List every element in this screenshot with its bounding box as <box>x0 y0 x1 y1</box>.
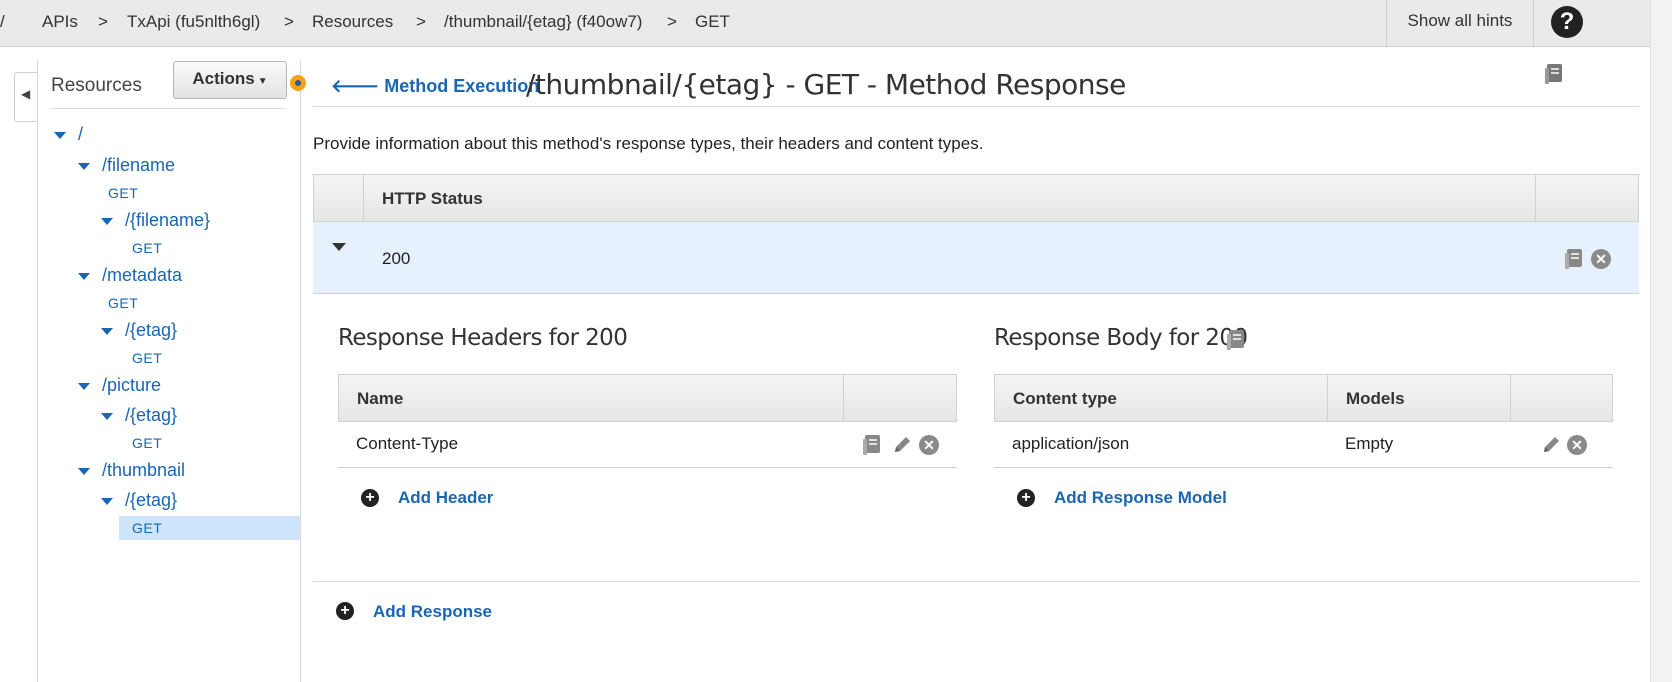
page-description: Provide information about this method's … <box>313 134 984 153</box>
sidebar-collapse-button[interactable]: ◀ <box>14 72 37 122</box>
arrow-left-icon: 🡐 <box>331 76 385 96</box>
tree-item-filename-param[interactable]: /{filename} <box>101 210 210 231</box>
model-value: Empty <box>1345 434 1394 453</box>
breadcrumb-separator: > <box>416 12 426 31</box>
caret-down-icon: ▼ <box>257 76 268 87</box>
delete-icon[interactable]: ✕ <box>1567 435 1587 455</box>
method-execution-link[interactable]: 🡐 Method Execution <box>331 76 539 97</box>
caret-down-icon[interactable] <box>78 162 90 170</box>
http-status-column-header: HTTP Status <box>382 189 483 208</box>
headers-table-header: Name <box>338 374 957 422</box>
tree-item-label: /{etag} <box>125 320 178 340</box>
actions-label: Actions <box>192 69 255 88</box>
breadcrumb-separator: > <box>667 12 677 31</box>
name-column-header: Name <box>357 389 404 408</box>
tree-item-label: /{etag} <box>125 405 178 425</box>
divider <box>313 581 1639 582</box>
breadcrumb-api[interactable]: TxApi (fu5nlth6gl) <box>127 12 260 32</box>
body-table-header: Content type Models <box>994 374 1613 422</box>
tree-item-label: / <box>78 124 84 144</box>
scrollbar[interactable] <box>1650 0 1672 682</box>
top-bar: / APIs > TxApi (fu5nlth6gl) > Resources … <box>0 0 1650 47</box>
breadcrumb-resource-path[interactable]: /thumbnail/{etag} (f40ow7) <box>444 12 642 32</box>
delete-icon[interactable]: ✕ <box>919 435 939 455</box>
breadcrumb-apis[interactable]: APIs <box>42 12 78 32</box>
caret-down-icon[interactable] <box>78 467 90 475</box>
tree-item-label: /{etag} <box>125 490 178 510</box>
caret-down-icon[interactable] <box>101 327 113 335</box>
caret-down-icon[interactable] <box>332 243 346 251</box>
tree-item-root[interactable]: / <box>54 124 83 145</box>
tree-method-get-selected[interactable]: GET <box>119 516 300 540</box>
table-row: application/json Empty <box>994 422 1613 468</box>
add-header-link[interactable]: Add Header <box>398 488 493 508</box>
response-headers-title: Response Headers for 200 <box>338 325 628 351</box>
add-icon[interactable]: + <box>336 602 354 620</box>
tree-item-label: /filename <box>102 155 176 175</box>
caret-down-icon[interactable] <box>101 497 113 505</box>
tree-item-thumbnail-etag[interactable]: /{etag} <box>101 490 177 511</box>
help-icon[interactable]: ? <box>1551 6 1583 38</box>
actions-button[interactable]: Actions ▼ <box>173 61 287 99</box>
add-response-model-link[interactable]: Add Response Model <box>1054 488 1227 508</box>
header-name: Content-Type <box>356 434 459 453</box>
caret-down-icon[interactable] <box>101 412 113 420</box>
book-icon[interactable] <box>1564 248 1584 270</box>
show-all-hints-button[interactable]: Show all hints <box>1386 0 1534 46</box>
breadcrumb-resources[interactable]: Resources <box>312 12 393 32</box>
tree-method-label: GET <box>132 520 163 536</box>
tree-item-picture[interactable]: /picture <box>78 375 161 396</box>
chevron-left-icon: ◀ <box>21 87 31 101</box>
tree-item-thumbnail[interactable]: /thumbnail <box>78 460 185 481</box>
add-icon[interactable]: + <box>361 489 379 507</box>
tree-item-metadata-etag[interactable]: /{etag} <box>101 320 177 341</box>
method-execution-label: Method Execution <box>384 76 540 96</box>
content-type-column-header: Content type <box>1013 389 1117 408</box>
hint-icon[interactable] <box>290 75 306 91</box>
add-response-link[interactable]: Add Response <box>373 602 492 622</box>
status-code: 200 <box>382 249 411 268</box>
divider <box>37 60 38 682</box>
tree-item-label: /picture <box>102 375 162 395</box>
tree-item-label: /metadata <box>102 265 183 285</box>
tree-item-label: /thumbnail <box>102 460 186 480</box>
pencil-icon[interactable] <box>892 435 912 455</box>
status-table-header <box>313 174 1639 222</box>
divider <box>300 60 301 682</box>
caret-down-icon[interactable] <box>54 131 66 139</box>
divider <box>313 106 1639 107</box>
breadcrumb-method: GET <box>695 12 730 31</box>
caret-down-icon[interactable] <box>101 217 113 225</box>
content-type-value: application/json <box>1012 434 1130 453</box>
tree-item-metadata[interactable]: /metadata <box>78 265 182 286</box>
delete-icon[interactable]: ✕ <box>1591 249 1611 269</box>
tree-method-get[interactable]: GET <box>132 240 162 256</box>
tree-method-get[interactable]: GET <box>108 185 138 201</box>
pencil-icon[interactable] <box>1541 435 1561 455</box>
tree-item-label: /{filename} <box>125 210 211 230</box>
tree-item-filename[interactable]: /filename <box>78 155 175 176</box>
caret-down-icon[interactable] <box>78 272 90 280</box>
book-icon[interactable] <box>1544 63 1564 85</box>
book-icon[interactable] <box>862 434 882 456</box>
models-column-header: Models <box>1346 389 1405 408</box>
tree-method-get[interactable]: GET <box>132 435 162 451</box>
book-icon[interactable] <box>1226 329 1246 351</box>
response-body-title: Response Body for 200 <box>994 325 1248 351</box>
tree-method-get[interactable]: GET <box>108 295 138 311</box>
sidebar-title: Resources <box>51 75 142 96</box>
tree-item-picture-etag[interactable]: /{etag} <box>101 405 177 426</box>
breadcrumb-separator: > <box>98 12 108 31</box>
page-title: /thumbnail/{etag} - GET - Method Respons… <box>526 68 1126 101</box>
divider <box>51 108 286 109</box>
add-icon[interactable]: + <box>1017 489 1035 507</box>
status-row[interactable] <box>313 222 1639 294</box>
breadcrumb-slash: / <box>0 12 5 31</box>
tree-method-get[interactable]: GET <box>132 350 162 366</box>
caret-down-icon[interactable] <box>78 382 90 390</box>
breadcrumb-separator: > <box>284 12 294 31</box>
